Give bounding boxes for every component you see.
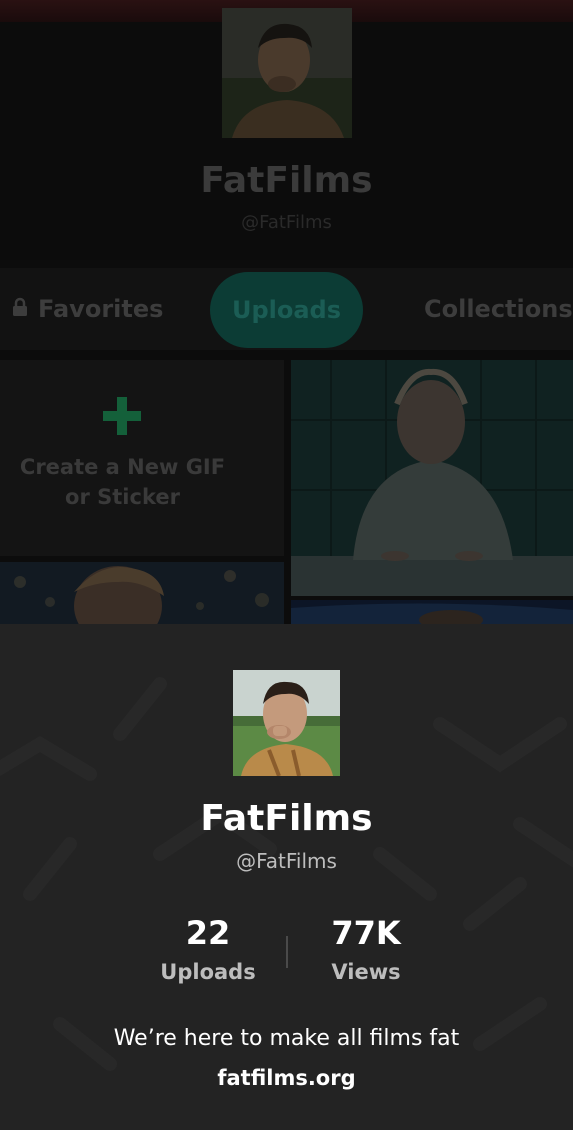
- profile-name: FatFilms: [200, 798, 373, 839]
- website-link[interactable]: fatfilms.org: [0, 1066, 573, 1090]
- tab-collections[interactable]: Collections: [424, 268, 573, 350]
- background-avatar: [222, 8, 352, 138]
- uploads-label: Uploads: [160, 960, 256, 984]
- gif-thumbnail-image: [291, 360, 573, 596]
- avatar-photo: [233, 670, 340, 776]
- tab-favorites[interactable]: Favorites: [12, 268, 163, 350]
- create-gif-label-line1: Create a New GIF: [19, 455, 226, 479]
- gif-thumbnail[interactable]: [0, 562, 284, 624]
- views-label: Views: [331, 960, 401, 984]
- stats-divider: [286, 936, 288, 968]
- profile-avatar[interactable]: [233, 670, 340, 776]
- create-gif-label-line2: or Sticker: [65, 485, 180, 509]
- background-profile-name: FatFilms: [200, 160, 373, 201]
- gif-thumbnail-image: [0, 562, 284, 624]
- profile-bio: We’re here to make all films fat: [113, 1026, 460, 1051]
- plus-icon: [103, 397, 141, 435]
- profile-handle: @FatFilms: [236, 849, 337, 873]
- lock-icon: [13, 297, 27, 316]
- background-profile-handle: @FatFilms: [241, 212, 332, 233]
- tab-uploads[interactable]: Uploads: [210, 272, 363, 348]
- profile-card: FatFilms @FatFilms 22 Uploads 77K Views …: [0, 624, 573, 1130]
- gif-thumbnail[interactable]: [291, 360, 573, 596]
- gif-thumbnail[interactable]: [291, 600, 573, 624]
- uploads-count: 22: [185, 914, 231, 952]
- gif-thumbnail-image: [291, 600, 573, 624]
- tab-uploads-label: Uploads: [231, 296, 342, 324]
- tab-collections-label: Collections: [424, 295, 573, 323]
- tab-favorites-label: Favorites: [38, 295, 164, 323]
- profile-screen: FatFilms @FatFilms Favorites Uploads Col…: [0, 0, 573, 1130]
- views-count: 77K: [331, 914, 401, 952]
- avatar-photo: [222, 8, 352, 138]
- profile-tabs: Favorites Uploads Collections: [0, 268, 573, 350]
- create-gif-label: Create a New GIF or Sticker: [0, 452, 245, 512]
